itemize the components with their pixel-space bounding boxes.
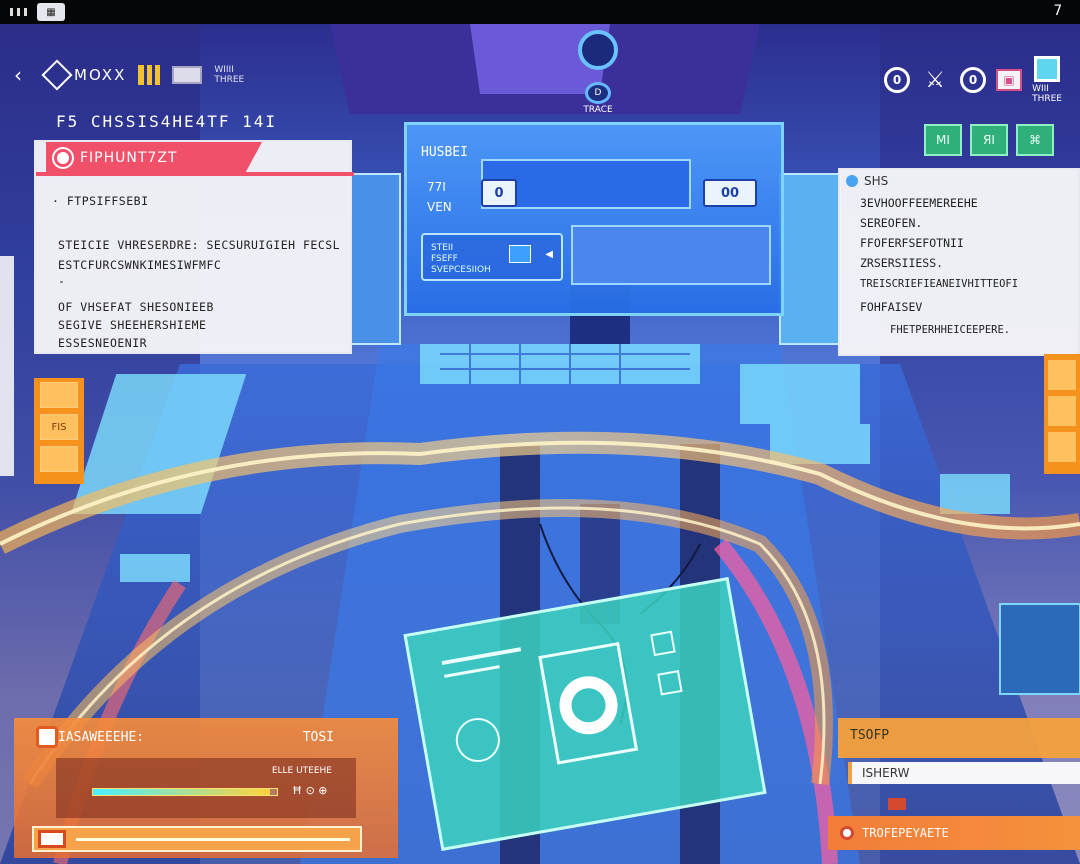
progress-caption: Ħ ⊙ ⊕ — [292, 784, 328, 797]
bottom-right-button[interactable]: TROFEPEYAETE — [828, 816, 1080, 850]
holo-square-icon — [657, 670, 683, 696]
bottom-left-panel: IASAWEEEHE: TOSI ELLE UTEEHE Ħ ⊙ ⊕ — [14, 718, 398, 858]
bottom-right-marker — [888, 798, 906, 810]
monitor-button-left[interactable]: 0 — [481, 179, 517, 207]
back-arrow-icon[interactable]: ‹ — [14, 63, 34, 87]
right-panel-line: 3EVHOOFFEEMEREEHE — [860, 196, 978, 210]
progress-bar — [92, 788, 278, 796]
info-dot-icon — [846, 175, 858, 187]
green-button-group: MI ЯI ⌘ — [924, 124, 1054, 156]
bottom-right-panel: TSOFP ISHERW TROFEPEYAETE — [828, 718, 1080, 858]
slider-handle[interactable] — [38, 830, 66, 848]
app-icon[interactable]: ▦ — [37, 3, 65, 21]
bottom-right-field[interactable]: ISHERW — [848, 762, 1080, 784]
monitor-field[interactable]: STEII FSEFF SVEPCESIIOH ◀ — [421, 233, 563, 281]
field-square-icon — [509, 245, 531, 263]
side-tab[interactable] — [40, 446, 78, 472]
top-right-toolbar: 0 ⚔ 0 ▣ WIII THREE — [884, 56, 1062, 104]
left-panel-line: - — [58, 274, 66, 288]
top-right-subtext: WIII THREE — [1032, 84, 1062, 104]
menu-button[interactable] — [172, 66, 203, 84]
alert-icon — [54, 149, 72, 167]
central-monitor: HUSBEI 77I VEN 0 00 STEII FSEFF SVEPCESI… — [404, 122, 784, 316]
slider-track — [76, 837, 350, 841]
page-subtitle: F5 CHSSIS4HE4TF 14I — [56, 112, 278, 131]
right-panel-title: SHS — [864, 174, 889, 188]
left-panel-line: OF VHSEFAT SHESONIEEB — [58, 300, 214, 314]
right-panel-line: TREISCRIEFIEANEIVHITTEOFI — [860, 278, 1019, 290]
diamond-logo-icon — [41, 59, 73, 91]
cyan-square-icon[interactable] — [1034, 56, 1061, 82]
bottom-right-label: TROFEPEYAETE — [862, 826, 949, 840]
ring-badge-icon[interactable]: 0 — [960, 67, 987, 93]
monitor-field-label: STEII FSEFF SVEPCESIIOH — [431, 243, 491, 275]
nav-subtext: WIIII THREE — [214, 65, 245, 85]
left-info-panel: FIPHUNT7ZT · FTPSIFFSEBI STEICIE VHRESER… — [34, 140, 354, 354]
monitor-subtext: 77I VEN — [427, 180, 452, 214]
green-button-3[interactable]: ⌘ — [1016, 124, 1054, 156]
bottom-right-title: TSOFP — [838, 718, 1080, 758]
stats-bars-icon[interactable] — [138, 65, 161, 85]
emblem-icon: D — [585, 82, 611, 104]
signal-icon — [10, 8, 27, 16]
monitor-lower-screen — [571, 225, 771, 285]
logo-text: MOXX — [74, 66, 127, 84]
side-tab-right[interactable] — [1048, 360, 1076, 390]
holo-square-icon — [650, 630, 676, 657]
left-panel-line: · FTPSIFFSEBI — [52, 194, 149, 208]
top-nav: ‹ MOXX WIIII THREE — [14, 59, 245, 91]
side-tab-right[interactable] — [1048, 396, 1076, 426]
right-panel-line: SEREOFEN. — [860, 216, 923, 230]
right-panel-line: FFOFERFSEFOTNII — [860, 236, 964, 250]
right-panel-line: ZRSERSIIESS. — [860, 256, 944, 270]
side-tab-right[interactable] — [1048, 432, 1076, 462]
game-logo: MOXX — [41, 59, 127, 91]
bottom-left-right-label: TOSI — [302, 730, 334, 745]
holo-line — [444, 665, 500, 678]
inner-small-text: ELLE UTEEHE — [271, 766, 332, 776]
left-panel-line: STEICIE VHRESERDRE: SECSURUIGIEH FECSL — [58, 238, 341, 252]
side-tab[interactable]: FIS — [40, 414, 78, 440]
left-panel-title: FIPHUNT7ZT — [80, 150, 178, 166]
progress-fill — [93, 789, 270, 795]
holo-ring-icon — [452, 714, 504, 766]
monitor-button-right[interactable]: 00 — [703, 179, 757, 207]
system-bar: ▦ 7 — [0, 0, 1080, 24]
green-button-1[interactable]: MI — [924, 124, 962, 156]
right-panel-line: FOHFAISEV — [860, 300, 923, 314]
right-info-panel: SHS 3EVHOOFFEEMEREEHE SEREOFEN. FFOFERFS… — [838, 168, 1080, 356]
left-panel-line: ESSESNEOENIR — [58, 336, 148, 350]
holo-line — [441, 647, 522, 666]
center-emblem[interactable]: D TRACE — [556, 82, 640, 115]
left-panel-line: ESTCFURCSWNKIMESIWFMFC — [58, 258, 222, 272]
left-panel-line: SEGIVE SHEEHERSHIEME — [58, 318, 207, 332]
monitor-title: HUSBEI — [421, 145, 468, 160]
pink-card-icon[interactable]: ▣ — [996, 69, 1023, 91]
bottom-right-icon — [840, 826, 854, 840]
right-panel-line: FHETPERHHEICEEPERE. — [890, 324, 1011, 336]
game-scene: ‹ MOXX WIIII THREE D TRACE 0 ⚔ 0 ▣ WIII … — [0, 24, 1080, 864]
header-underline — [36, 172, 354, 176]
ring-badge-icon[interactable]: 0 — [884, 67, 911, 93]
panel-icon — [36, 726, 58, 748]
crossed-swords-icon[interactable]: ⚔ — [920, 65, 950, 95]
left-panel-header: FIPHUNT7ZT — [46, 142, 262, 174]
left-side-tabs: FIS — [34, 378, 84, 484]
green-button-2[interactable]: ЯI — [970, 124, 1008, 156]
field-arrow-icon: ◀ — [545, 249, 553, 260]
bottom-left-inner: ELLE UTEEHE Ħ ⊙ ⊕ — [56, 758, 356, 818]
side-tab[interactable] — [40, 382, 78, 408]
center-chip-label: TRACE — [583, 105, 613, 115]
system-clock: 7 — [1053, 3, 1062, 19]
bottom-left-slider[interactable] — [32, 826, 362, 852]
right-panel-header: SHS — [846, 174, 888, 188]
bottom-left-title: IASAWEEEHE: — [58, 730, 145, 745]
right-side-tabs — [1044, 354, 1080, 474]
